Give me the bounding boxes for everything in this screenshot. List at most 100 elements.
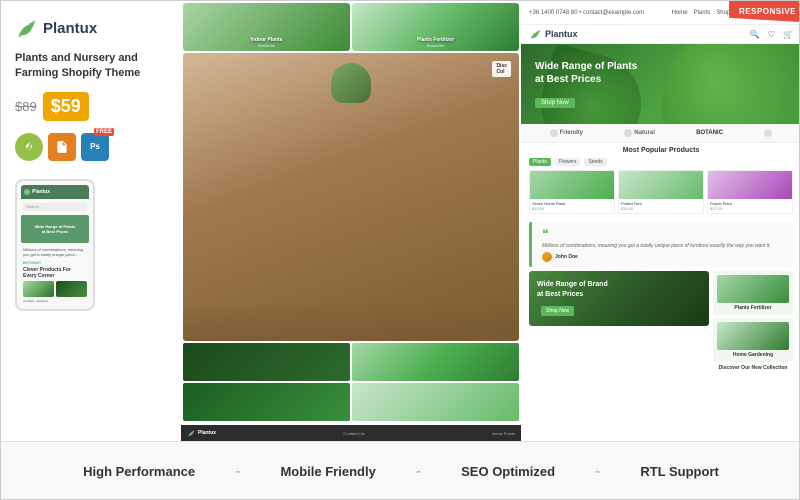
free-badge: FREE (94, 128, 114, 136)
site-hero-content: Wide Range of Plantsat Best Prices Shop … (535, 60, 637, 109)
second-section: Wide Range of Brandat Best Prices Shop N… (521, 271, 800, 375)
wishlist-icon[interactable]: ♡ (768, 30, 775, 39)
popular-tabs: Plants Flowers Seeds (529, 158, 793, 166)
brand-botanic: BOTANIC (696, 130, 723, 136)
mobile-product-1 (23, 281, 54, 297)
brand-extra (764, 129, 772, 137)
badges-row: Ps FREE (15, 133, 167, 161)
grid-img-dark-green (183, 343, 350, 381)
second-hero-btn[interactable]: Shop Now (541, 306, 574, 316)
left-panel: Plantux Plants and Nursery and Farming S… (1, 1, 181, 441)
mobile-product-2 (56, 281, 87, 297)
logo-area: Plantux (15, 17, 167, 39)
cart-icon[interactable]: 🛒 (783, 30, 793, 39)
popular-product-1: Green Home Plant $12.00 (529, 170, 615, 214)
popular-product-img-3 (708, 171, 792, 199)
popular-product-img-2 (619, 171, 703, 199)
content-area: Plantux Plants and Nursery and Farming S… (1, 1, 800, 441)
popular-product-price-1: $12.00 (532, 206, 612, 211)
tab-seeds[interactable]: Seeds (584, 158, 606, 166)
most-popular-section: Most Popular Products Plants Flowers See… (521, 143, 800, 218)
grid-img-bright-green (352, 343, 519, 381)
site-logo-leaf-icon (529, 28, 541, 40)
feature-seo: SEO Optimized (461, 464, 555, 479)
author-avatar (542, 252, 552, 262)
mobile-product-grid (23, 281, 87, 297)
second-card-title-2: Home Gardening (717, 352, 789, 358)
center-panel: Indoor Plants Bestseller Plants Fertiliz… (181, 1, 521, 441)
hero-leaf-1 (638, 44, 800, 124)
nav-item-home[interactable]: Home (672, 10, 688, 16)
new-price: $59 (43, 92, 89, 121)
site-logo-text: Plantux (545, 29, 578, 39)
site-contact-info: +36 1400 0748 80 • contact@example.com (529, 10, 644, 16)
tab-flowers[interactable]: Flowers (555, 158, 581, 166)
popular-product-info-2: Potted Fern $18.00 (619, 199, 703, 213)
right-panel: +36 1400 0748 80 • contact@example.com H… (521, 1, 800, 441)
feature-high-performance: High Performance (83, 464, 195, 479)
brand-name: Plantux (43, 20, 97, 37)
tab-plants[interactable]: Plants (529, 158, 551, 166)
footer-leaf-icon (187, 429, 195, 437)
popular-product-2: Potted Fern $18.00 (618, 170, 704, 214)
bottom-image-grid (181, 343, 521, 423)
site-footer-strip: Plantux Contact Info Areas Points (181, 425, 521, 441)
popular-product-img-1 (530, 171, 614, 199)
second-hero-image: Wide Range of Brandat Best Prices Shop N… (529, 271, 709, 326)
second-right: Plants Fertilizer Home Gardening Discove… (713, 271, 793, 371)
nav-item-plants[interactable]: Plants (694, 10, 711, 16)
brands-strip: Friendly Natural BOTANIC (521, 124, 800, 143)
category-fertilizer: Plants Fertilizer Bestseller (352, 3, 519, 51)
second-card-img-2 (717, 322, 789, 350)
center-left-section: Indoor Plants Bestseller Plants Fertiliz… (181, 1, 521, 441)
site-hero-button[interactable]: Shop Now (535, 98, 575, 108)
shopify-badge[interactable] (15, 133, 43, 161)
brand-botanic-text: BOTANIC (696, 130, 723, 136)
brand-natural: Natural (624, 129, 655, 137)
testimonial-author: John Doe (542, 252, 783, 262)
ps-badge[interactable]: Ps FREE (81, 133, 109, 161)
popular-product-price-3: $22.00 (710, 206, 790, 211)
second-card-img-1 (717, 275, 789, 303)
logo-leaf-icon (15, 17, 37, 39)
price-area: $89 $59 (15, 92, 167, 121)
site-logo: Plantux (529, 28, 578, 40)
site-header-icons: 🔍 ♡ 🛒 (750, 30, 793, 39)
grid-img-light-green (352, 383, 519, 421)
second-card-title-1: Plants Fertilizer (717, 305, 789, 311)
second-left: Wide Range of Brandat Best Prices Shop N… (529, 271, 709, 371)
site-hero-title: Wide Range of Plantsat Best Prices (535, 60, 637, 86)
search-icon[interactable]: 🔍 (750, 30, 760, 39)
brand-natural-text: Natural (634, 130, 655, 136)
old-price: $89 (15, 99, 37, 114)
quote-icon: ❝ (542, 227, 783, 241)
author-info: John Doe (555, 254, 578, 260)
feature-rtl: RTL Support (640, 464, 718, 479)
popular-product-price-2: $18.00 (621, 206, 701, 211)
docs-badge[interactable] (48, 133, 76, 161)
mobile-hero-banner: Wide Range of Plantsat Best Prices (21, 215, 89, 243)
site-secondary-header: Plantux 🔍 ♡ 🛒 (521, 25, 800, 44)
footer-bar: High Performance - Mobile Friendly - SEO… (1, 441, 800, 500)
category-indoor-sub: Bestseller (258, 43, 276, 48)
mobile-header: Plantux (21, 185, 89, 199)
category-indoor: Indoor Plants Bestseller (183, 3, 350, 51)
brand-icon-2 (624, 129, 632, 137)
separator-1: - (235, 463, 240, 481)
popular-products-grid: Green Home Plant $12.00 Potted Fern $18.… (529, 170, 793, 214)
second-card-1: Plants Fertilizer (713, 271, 793, 315)
page-wrapper: RESPONSIVE Plantux Plants and Nursery an… (0, 0, 800, 500)
testimonial-text: Millions of combinations, meaning you ge… (542, 243, 783, 249)
brand-friendly: Friendly (550, 129, 583, 137)
footer-contact-label: Contact Info (343, 431, 365, 436)
grid-img-forest (183, 383, 350, 421)
mobile-content: Millions of combinations, meaning you ge… (23, 247, 87, 258)
brand-friendly-text: Friendly (560, 130, 583, 136)
hero-hands-image: Disc Col (183, 53, 519, 341)
feature-mobile-friendly: Mobile Friendly (280, 464, 375, 479)
nav-item-shop[interactable]: Shop (716, 10, 730, 16)
popular-product-info-1: Green Home Plant $12.00 (530, 199, 614, 213)
footer-area-label: Areas Points (492, 431, 515, 436)
brand-icon-3 (764, 129, 772, 137)
most-popular-title: Most Popular Products (529, 147, 793, 154)
